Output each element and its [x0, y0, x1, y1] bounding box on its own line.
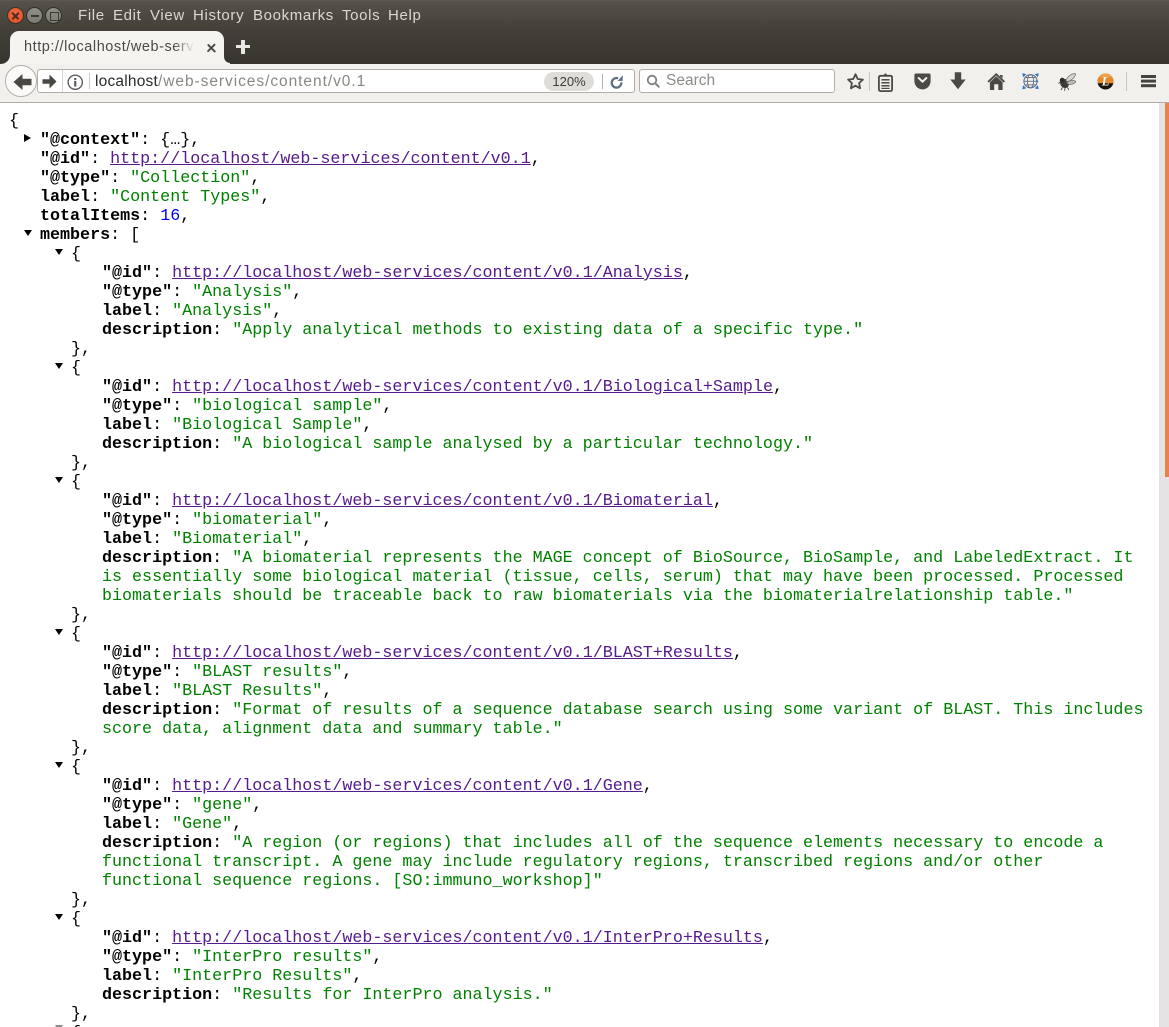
svg-text:L: L [1100, 75, 1109, 89]
